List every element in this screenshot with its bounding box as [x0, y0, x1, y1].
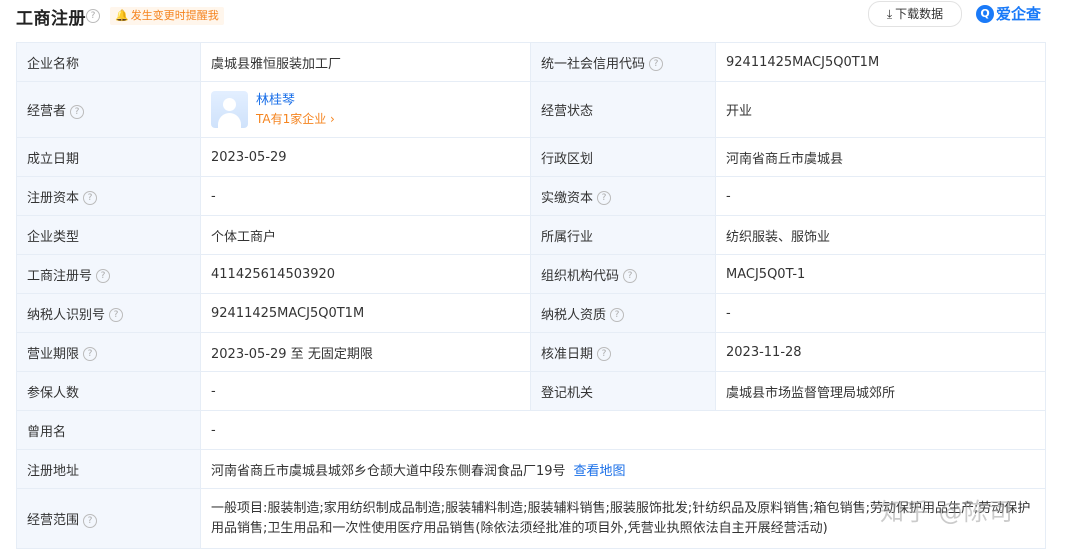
watermark: 知乎 @陈司 — [880, 498, 1014, 526]
table-row: 营业期限? 2023-05-29 至 无固定期限 核准日期? 2023-11-2… — [16, 332, 1046, 372]
company-name-label: 企业名称 — [16, 42, 201, 82]
help-icon[interactable]: ? — [597, 347, 612, 361]
credit-code-label: 统一社会信用代码 — [541, 56, 646, 72]
established-label: 成立日期 — [16, 137, 201, 177]
operator-label-cell: 经营者? — [16, 81, 201, 138]
operator-companies-link[interactable]: TA有1家企业 › — [256, 110, 335, 129]
credit-code-value: 92411425MACJ5Q0T1M — [715, 42, 1046, 82]
help-icon[interactable]: ? — [83, 347, 98, 361]
business-term-value: 2023-05-29 至 无固定期限 — [200, 332, 531, 372]
operator-label: 经营者 — [27, 104, 67, 119]
industry-label: 所属行业 — [530, 215, 716, 255]
logo-icon: Q — [976, 4, 994, 23]
region-label: 行政区划 — [530, 137, 716, 177]
logo-text: 爱企查 — [996, 5, 1042, 23]
paid-capital-value: - — [715, 176, 1046, 216]
company-type-value: 个体工商户 — [200, 215, 531, 255]
taxpayer-qual-label: 纳税人资质 — [541, 307, 607, 323]
approval-date-label-cell: 核准日期? — [530, 332, 716, 372]
reg-capital-label: 注册资本 — [27, 190, 80, 206]
table-row: 企业类型 个体工商户 所属行业 纺织服装、服饰业 — [16, 215, 1046, 255]
taxpayer-qual-value: - — [715, 293, 1046, 333]
help-icon[interactable]: ? — [83, 513, 98, 528]
help-icon[interactable]: ? — [86, 9, 100, 23]
credit-code-label-cell: 统一社会信用代码? — [530, 42, 716, 82]
table-row: 注册资本? - 实缴资本? - — [16, 176, 1046, 216]
taxpayer-id-value: 92411425MACJ5Q0T1M — [200, 293, 531, 333]
reg-capital-label-cell: 注册资本? — [16, 176, 201, 216]
table-row: 经营者? 林桂琴 TA有1家企业 › 经营状态 开业 — [16, 81, 1046, 138]
operator-info: 林桂琴 TA有1家企业 › — [256, 91, 335, 129]
reg-number-label-cell: 工商注册号? — [16, 254, 201, 294]
operator-name-link[interactable]: 林桂琴 — [256, 91, 335, 110]
table-row: 成立日期 2023-05-29 行政区划 河南省商丘市虞城县 — [16, 137, 1046, 177]
aiqicha-logo[interactable]: Q 爱企查 — [976, 3, 1041, 25]
org-code-label: 组织机构代码 — [541, 268, 620, 284]
taxpayer-id-label-cell: 纳税人识别号? — [16, 293, 201, 333]
scope-label-cell: 经营范围? — [16, 488, 201, 549]
help-icon[interactable]: ? — [649, 57, 664, 71]
table-row: 工商注册号? 411425614503920 组织机构代码? MACJ5Q0T-… — [16, 254, 1046, 294]
reg-number-value: 411425614503920 — [200, 254, 531, 294]
download-label: 下载数据 — [895, 7, 944, 21]
download-icon: ⤓ — [886, 7, 893, 21]
address-label: 注册地址 — [16, 449, 201, 489]
help-icon[interactable]: ? — [109, 308, 124, 322]
taxpayer-qual-label-cell: 纳税人资质? — [530, 293, 716, 333]
authority-label: 登记机关 — [530, 371, 716, 411]
help-icon[interactable]: ? — [83, 191, 98, 205]
former-name-label: 曾用名 — [16, 410, 201, 450]
address-value: 河南省商丘市虞城县城郊乡仓颉大道中段东侧春润食品厂19号 — [211, 463, 566, 479]
reg-capital-value: - — [200, 176, 531, 216]
change-reminder-label: 发生变更时提醒我 — [130, 9, 219, 22]
avatar[interactable] — [211, 91, 248, 128]
established-value: 2023-05-29 — [200, 137, 531, 177]
authority-value: 虞城县市场监督管理局城郊所 — [715, 371, 1046, 411]
business-term-label: 营业期限 — [27, 346, 80, 362]
approval-date-label: 核准日期 — [541, 346, 594, 362]
table-row: 注册地址 河南省商丘市虞城县城郊乡仓颉大道中段东侧春润食品厂19号 查看地图 — [16, 449, 1046, 489]
help-icon[interactable]: ? — [623, 269, 638, 283]
operator-cell: 林桂琴 TA有1家企业 › — [200, 81, 531, 138]
view-map-link[interactable]: 查看地图 — [574, 464, 626, 479]
region-value: 河南省商丘市虞城县 — [715, 137, 1046, 177]
address-cell: 河南省商丘市虞城县城郊乡仓颉大道中段东侧春润食品厂19号 查看地图 — [200, 449, 1046, 489]
help-icon[interactable]: ? — [597, 191, 612, 205]
section-title: 工商注册 — [16, 9, 86, 29]
paid-capital-label: 实缴资本 — [541, 190, 594, 206]
company-type-label: 企业类型 — [16, 215, 201, 255]
help-icon[interactable]: ? — [70, 104, 85, 119]
table-row: 纳税人识别号? 92411425MACJ5Q0T1M 纳税人资质? - — [16, 293, 1046, 333]
status-label: 经营状态 — [530, 81, 716, 138]
help-icon[interactable]: ? — [96, 269, 111, 283]
scope-label: 经营范围 — [27, 513, 80, 528]
org-code-value: MACJ5Q0T-1 — [715, 254, 1046, 294]
change-reminder-button[interactable]: 🔔 发生变更时提醒我 — [110, 7, 224, 25]
table-row: 参保人数 - 登记机关 虞城县市场监督管理局城郊所 — [16, 371, 1046, 411]
table-row: 曾用名 - — [16, 410, 1046, 450]
paid-capital-label-cell: 实缴资本? — [530, 176, 716, 216]
business-term-label-cell: 营业期限? — [16, 332, 201, 372]
org-code-label-cell: 组织机构代码? — [530, 254, 716, 294]
insured-label: 参保人数 — [16, 371, 201, 411]
former-name-value: - — [200, 410, 1046, 450]
taxpayer-id-label: 纳税人识别号 — [27, 307, 106, 323]
help-icon[interactable]: ? — [610, 308, 625, 322]
section-header: 工商注册 ? 🔔 发生变更时提醒我 ⤓ 下载数据 Q 爱企查 — [0, 0, 1080, 34]
industry-value: 纺织服装、服饰业 — [715, 215, 1046, 255]
bell-icon: 🔔 — [115, 9, 129, 22]
approval-date-value: 2023-11-28 — [715, 332, 1046, 372]
download-data-button[interactable]: ⤓ 下载数据 — [868, 1, 962, 27]
registration-info-table: 企业名称 虞城县雅恒服装加工厂 统一社会信用代码? 92411425MACJ5Q… — [16, 42, 1046, 549]
table-row: 企业名称 虞城县雅恒服装加工厂 统一社会信用代码? 92411425MACJ5Q… — [16, 42, 1046, 82]
company-name-value: 虞城县雅恒服装加工厂 — [200, 42, 531, 82]
reg-number-label: 工商注册号 — [27, 268, 93, 284]
insured-value: - — [200, 371, 531, 411]
status-value: 开业 — [715, 81, 1046, 138]
